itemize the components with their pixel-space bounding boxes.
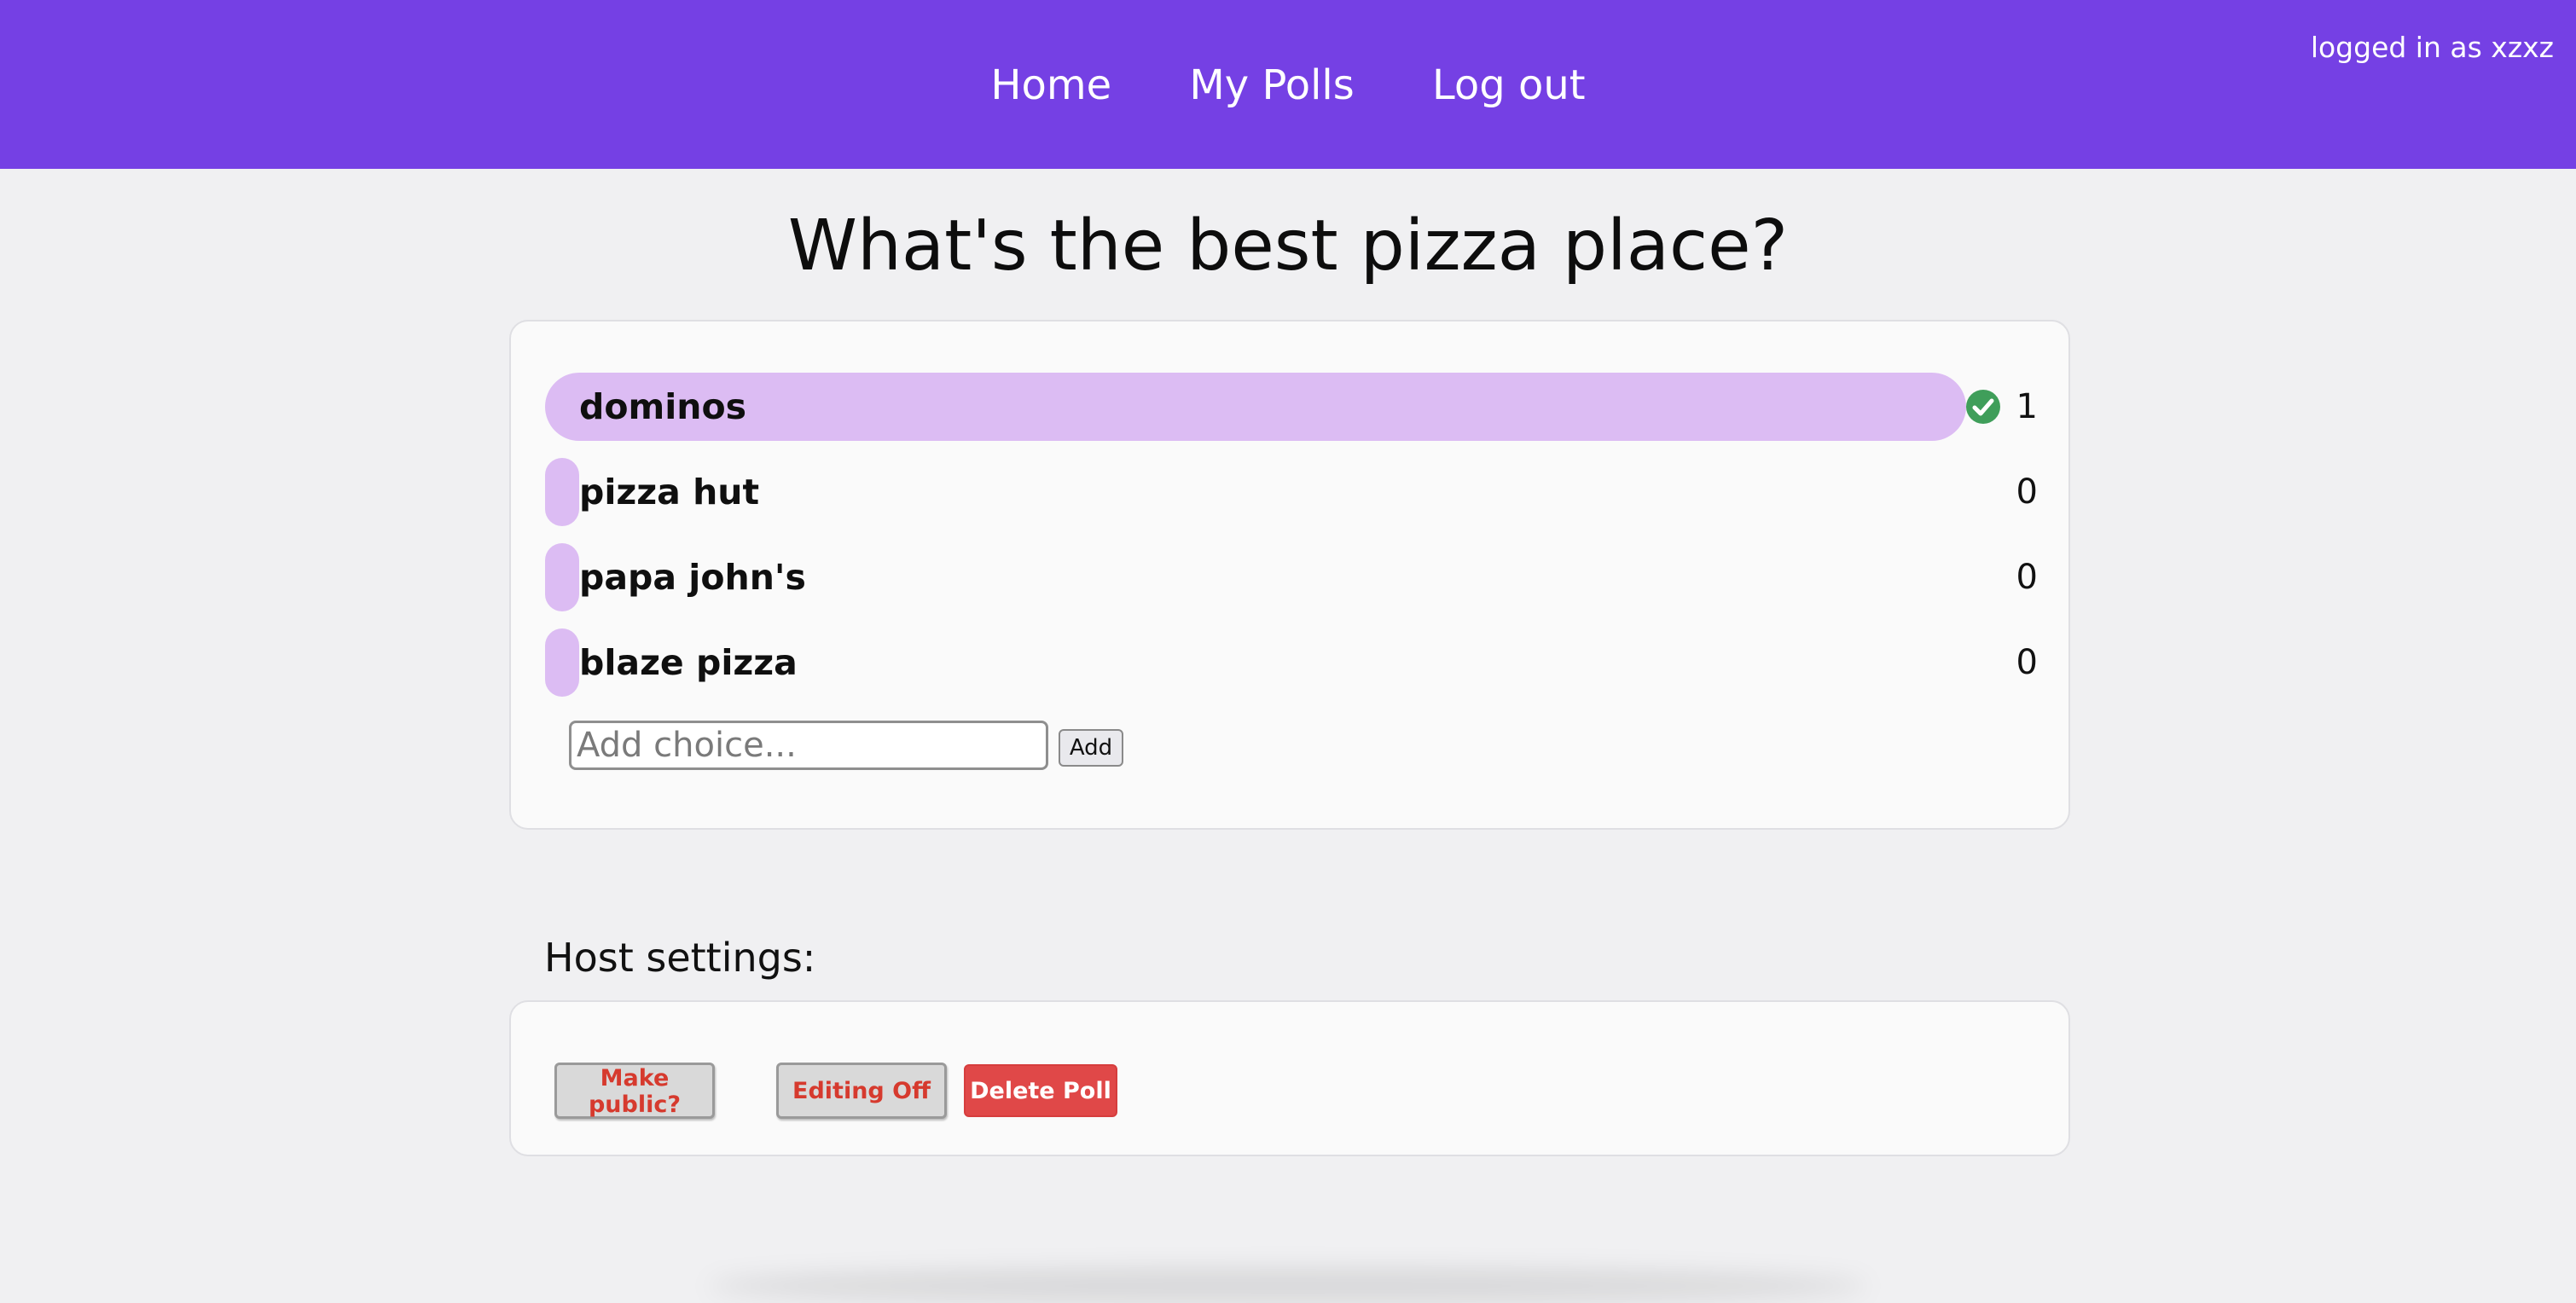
top-navbar: Home My Polls Log out logged in as xzxz [0, 0, 2576, 169]
choice-label: blaze pizza [579, 642, 798, 683]
editing-toggle-button[interactable]: Editing Off [776, 1063, 947, 1119]
bottom-shadow [708, 1269, 1868, 1303]
choice-row-pizza-hut[interactable]: pizza hut 0 [545, 458, 2038, 526]
host-settings-heading: Host settings: [544, 935, 816, 981]
choice-label: dominos [579, 386, 747, 427]
poll-card: dominos 1 pizza hut 0 papa john's 0 blaz… [509, 320, 2070, 830]
nav-log-out-link[interactable]: Log out [1432, 61, 1586, 109]
check-circle-icon [1966, 390, 2000, 424]
choice-row-papa-johns[interactable]: papa john's 0 [545, 543, 2038, 611]
vote-bar [545, 373, 1966, 441]
vote-count: 1 [2016, 387, 2038, 426]
choice-row-dominos[interactable]: dominos 1 [545, 373, 2038, 441]
vote-bar [545, 628, 579, 697]
nav-my-polls-link[interactable]: My Polls [1189, 61, 1354, 109]
add-choice-button[interactable]: Add [1059, 729, 1123, 767]
vote-count: 0 [2016, 643, 2038, 682]
vote-bar [545, 458, 579, 526]
vote-count: 0 [2016, 472, 2038, 512]
host-settings-card: Make public? Editing Off Delete Poll [509, 1000, 2070, 1156]
nav-home-link[interactable]: Home [990, 61, 1111, 109]
make-public-button[interactable]: Make public? [554, 1063, 715, 1119]
main-nav: Home My Polls Log out [0, 58, 2576, 113]
vote-count: 0 [2016, 558, 2038, 597]
add-choice-input[interactable] [569, 721, 1048, 770]
choice-label: pizza hut [579, 472, 760, 513]
choice-row-blaze-pizza[interactable]: blaze pizza 0 [545, 628, 2038, 697]
choice-label: papa john's [579, 557, 806, 598]
vote-bar [545, 543, 579, 611]
delete-poll-button[interactable]: Delete Poll [964, 1064, 1117, 1117]
poll-title: What's the best pizza place? [787, 206, 1789, 287]
logged-in-status: logged in as xzxz [2310, 31, 2554, 64]
